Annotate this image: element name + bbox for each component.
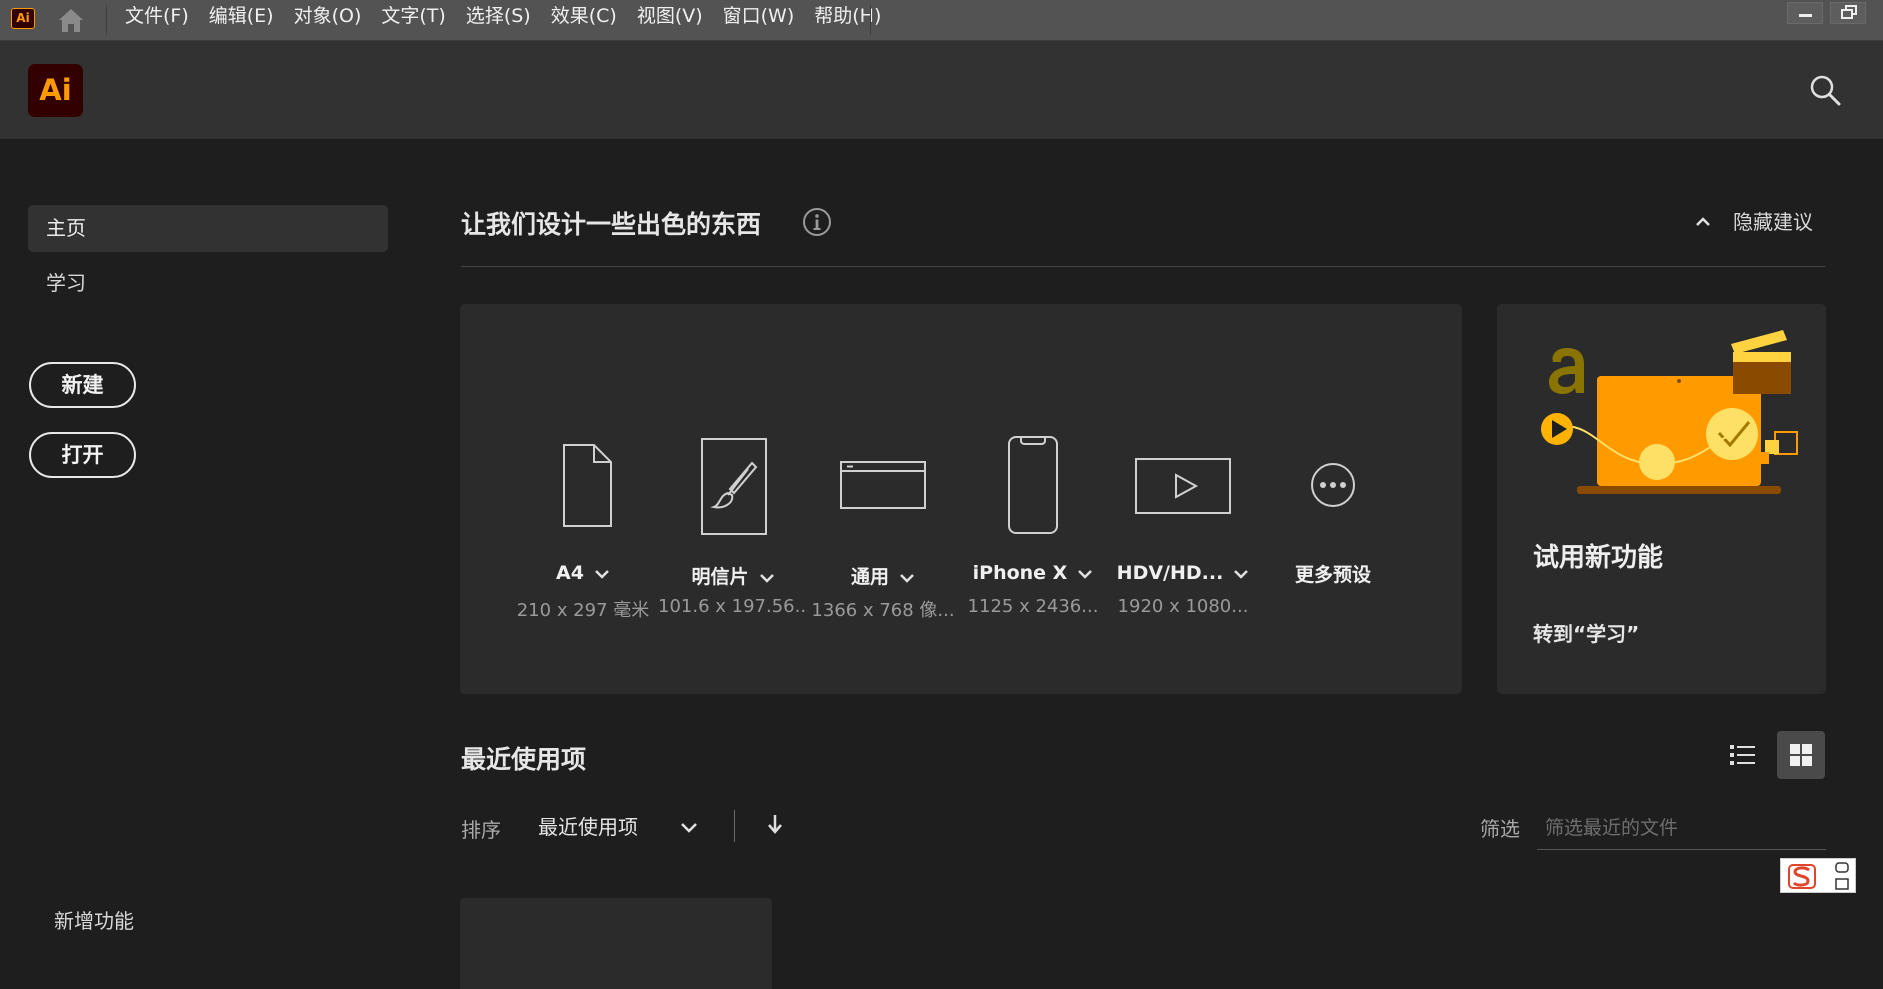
chevron-down-icon — [900, 573, 914, 583]
preset-hdv[interactable]: HDV/HD... 1920 x 1080... — [1108, 304, 1258, 694]
sort-value: 最近使用项 — [538, 815, 638, 839]
preset-more[interactable]: 更多预设 — [1258, 304, 1408, 694]
laptop-illustration-icon — [1541, 330, 1798, 494]
menubar-separator — [870, 5, 871, 35]
restore-button[interactable] — [1830, 2, 1866, 24]
more-dots-icon — [1311, 463, 1355, 507]
chevron-down-icon — [681, 823, 697, 833]
preset-name: A4 — [508, 562, 658, 584]
sidebar-item-home[interactable]: 主页 — [28, 205, 388, 252]
ime-status-badge[interactable] — [1780, 858, 1856, 893]
preset-size: 210 x 297 毫米 — [516, 600, 650, 621]
preset-size: 101.6 x 197.56... — [658, 596, 808, 617]
minimize-button[interactable] — [1787, 2, 1823, 24]
page-title: 让我们设计一些出色的东西 — [461, 210, 762, 239]
filter-label: 筛选 — [1480, 817, 1520, 841]
list-view-button[interactable] — [1718, 731, 1766, 779]
menu-select[interactable]: 选择(S) — [466, 0, 531, 34]
hide-tips-button[interactable]: 隐藏建议 — [1694, 207, 1822, 237]
menu-file[interactable]: 文件(F) — [125, 0, 189, 34]
learn-card-title: 试用新功能 — [1533, 543, 1664, 573]
sort-label: 排序 — [461, 818, 501, 842]
preset-name: iPhone X — [958, 562, 1108, 584]
preset-iphone-x[interactable]: iPhone X 1125 x 2436... — [958, 304, 1108, 694]
menu-view[interactable]: 视图(V) — [637, 0, 703, 34]
restore-icon — [1841, 5, 1857, 19]
preset-name: 更多预设 — [1294, 564, 1371, 586]
ai-logo: Ai — [28, 64, 83, 117]
menu-edit[interactable]: 编辑(E) — [209, 0, 274, 34]
app-icon: Ai — [11, 8, 35, 29]
whats-new-link[interactable]: 新增功能 — [54, 905, 134, 934]
info-icon[interactable] — [802, 207, 832, 237]
sort-dropdown[interactable]: 最近使用项 — [538, 810, 703, 844]
menu-effect[interactable]: 效果(C) — [551, 0, 617, 34]
preset-name: HDV/HD... — [1108, 562, 1258, 584]
go-to-learn-link[interactable]: 转到“学习” — [1533, 618, 1639, 647]
preset-name: 明信片 — [658, 562, 808, 589]
recent-title: 最近使用项 — [461, 745, 587, 774]
filter-input[interactable] — [1537, 806, 1826, 850]
preset-size: 1920 x 1080... — [1117, 596, 1249, 617]
phone-icon — [1008, 436, 1058, 534]
menu-help[interactable]: 帮助(H) — [814, 0, 881, 34]
app-header: Ai — [0, 41, 1883, 139]
sogou-ime-icon — [1788, 862, 1849, 890]
preset-name: 通用 — [808, 562, 958, 589]
try-new-features-card[interactable]: 试用新功能 转到“学习” — [1497, 304, 1826, 694]
sort-direction-arrow-icon[interactable] — [763, 810, 787, 840]
menu-list: 文件(F) 编辑(E) 对象(O) 文字(T) 选择(S) 效果(C) 视图(V… — [125, 0, 901, 34]
list-view-icon — [1730, 745, 1755, 765]
grid-view-button[interactable] — [1777, 731, 1825, 779]
chevron-down-icon — [759, 573, 774, 583]
menu-window[interactable]: 窗口(W) — [723, 0, 795, 34]
web-browser-icon — [840, 461, 926, 509]
home-icon[interactable] — [56, 6, 86, 34]
chevron-up-icon — [1696, 217, 1710, 226]
preset-a4[interactable]: A4 210 x 297 毫米 — [508, 304, 658, 694]
presets-panel: A4 210 x 297 毫米 明信片 101.6 x 197.56... 通用… — [460, 304, 1462, 694]
sort-separator — [734, 810, 735, 842]
preset-common[interactable]: 通用 1366 x 768 像... — [808, 304, 958, 694]
preset-size: 1366 x 768 像... — [811, 600, 955, 621]
sidebar-item-learn[interactable]: 学习 — [28, 260, 388, 307]
preset-size: 1125 x 2436... — [967, 596, 1099, 617]
postcard-brush-icon — [701, 438, 767, 535]
menu-bar: Ai 文件(F) 编辑(E) 对象(O) 文字(T) 选择(S) 效果(C) 视… — [0, 0, 1883, 41]
divider — [461, 266, 1825, 267]
document-icon — [563, 444, 612, 527]
sidebar-item-label: 主页 — [46, 216, 86, 240]
menu-type[interactable]: 文字(T) — [381, 0, 445, 34]
open-button[interactable]: 打开 — [29, 432, 136, 478]
recent-file-thumbnail[interactable] — [460, 898, 772, 989]
chevron-down-icon — [595, 569, 609, 579]
new-button[interactable]: 新建 — [29, 362, 136, 408]
search-icon[interactable] — [1808, 73, 1842, 107]
preset-postcard[interactable]: 明信片 101.6 x 197.56... — [658, 304, 808, 694]
hide-tips-label: 隐藏建议 — [1733, 210, 1813, 234]
chevron-down-icon — [1234, 569, 1249, 579]
menubar-separator — [106, 5, 107, 35]
sidebar-item-label: 学习 — [46, 271, 86, 295]
grid-view-icon — [1790, 744, 1812, 766]
menu-object[interactable]: 对象(O) — [294, 0, 362, 34]
chevron-down-icon — [1078, 569, 1093, 579]
video-play-icon — [1135, 458, 1231, 514]
